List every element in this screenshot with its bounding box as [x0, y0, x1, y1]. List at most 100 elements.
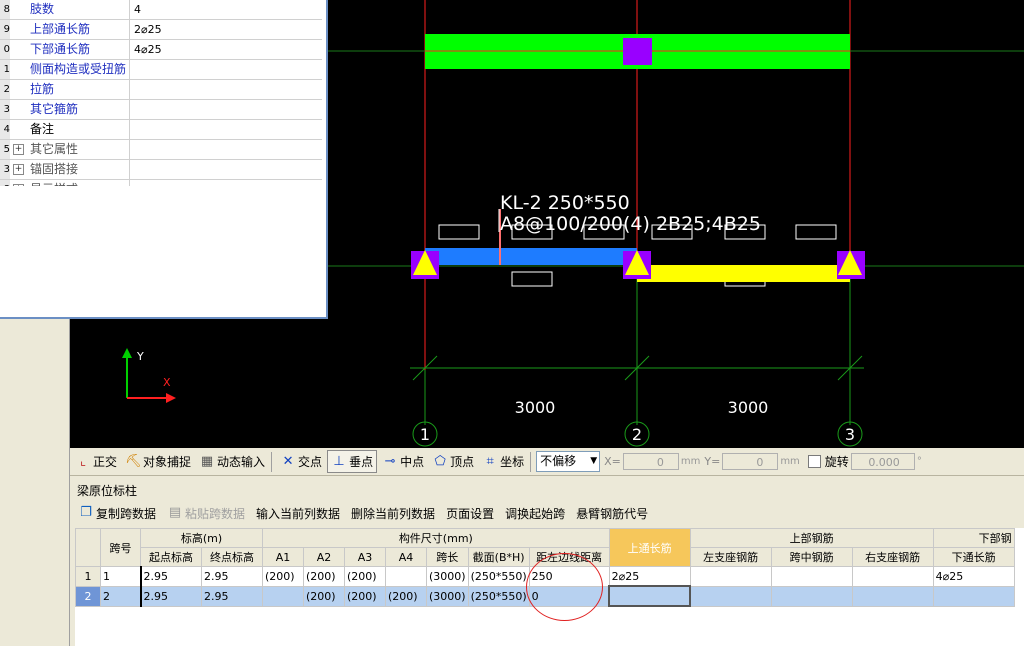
property-name: 其它属性 [11, 140, 130, 159]
offset-mode-select[interactable]: 不偏移 ▼ [536, 451, 601, 472]
property-name-text: 肢数 [30, 2, 55, 16]
perpendicular-snap-button[interactable]: ⊥ 垂点 [327, 450, 378, 473]
property-value-field[interactable] [131, 60, 322, 79]
property-value-field[interactable] [131, 140, 322, 159]
svg-text:Y: Y [136, 350, 144, 363]
page-setup-button[interactable]: 页面设置 [443, 503, 497, 524]
x-label: X= [604, 455, 621, 468]
chevron-down-icon: ▼ [590, 456, 598, 466]
col-mid-span: 跨中钢筋 [770, 547, 853, 567]
svg-text:X: X [163, 376, 171, 389]
expand-plus-icon[interactable]: + [13, 164, 24, 175]
property-row-number: 9 [0, 20, 10, 39]
col-left-support: 左支座钢筋 [689, 547, 772, 567]
property-row[interactable]: 8 肢数 4 [0, 0, 322, 20]
property-value-field[interactable] [131, 100, 322, 119]
property-name: 下部通长筋 [11, 40, 130, 59]
paste-span-data-button[interactable]: ▤ 粘贴跨数据 [164, 503, 248, 524]
midpoint-snap-button[interactable]: ⊸ 中点 [379, 451, 427, 472]
property-row[interactable]: 0 下部通长筋 4⌀25 [0, 40, 322, 60]
object-snap-button[interactable]: ⛏ 对象捕捉 [122, 451, 194, 472]
column-top[interactable] [623, 38, 652, 65]
property-row[interactable]: 2 拉筋 [0, 80, 322, 100]
ortho-icon: ⌞ [79, 453, 87, 469]
col-span-no: 跨号 [100, 528, 141, 567]
delete-column-data-button[interactable]: 删除当前列数据 [348, 503, 438, 524]
col-a4: A4 [385, 547, 427, 567]
col-a2: A2 [303, 547, 345, 567]
property-panel: 8 肢数 4 9 上部通长筋 2⌀25 0 下部通长筋 4⌀25 1 侧面构造或受扭筋 2 拉筋 3 其它箍… [0, 0, 328, 319]
property-value-field[interactable] [131, 160, 322, 179]
vertex-snap-button[interactable]: ⬠ 顶点 [429, 451, 477, 472]
property-row-number: 2 [0, 80, 10, 99]
input-column-data-button[interactable]: 输入当前列数据 [253, 503, 343, 524]
property-row-number: 0 [0, 40, 10, 59]
dim-span-2: 3000 [728, 398, 769, 417]
swap-start-span-button[interactable]: 调换起始跨 [502, 503, 568, 524]
ortho-button[interactable]: ⌞ 正交 [72, 451, 120, 472]
property-name: 肢数 [11, 0, 130, 19]
property-name: 上部通长筋 [11, 20, 130, 39]
active-cell[interactable] [608, 585, 692, 607]
y-unit: mm [780, 456, 800, 467]
property-value-field[interactable] [131, 120, 322, 139]
dynamic-input-button[interactable]: ▦ 动态输入 [196, 451, 268, 472]
property-row[interactable]: 9 上部通长筋 2⌀25 [0, 20, 322, 40]
intersection-snap-button[interactable]: ✕ 交点 [277, 451, 325, 472]
x-coordinate-input[interactable]: 0 [622, 453, 679, 470]
group-top-rebar: 上部钢筋 [689, 528, 934, 548]
axis-bubble-3: 3 [845, 425, 855, 444]
property-value-field[interactable]: 2⌀25 [131, 20, 322, 39]
col-end-elev: 终点标高 [201, 547, 263, 567]
cantilever-rebar-code-button[interactable]: 悬臂钢筋代号 [573, 503, 651, 524]
panel-title: 梁原位标柱 [77, 484, 138, 498]
col-bottom-long: 下通长筋 [932, 547, 1015, 567]
expand-plus-icon[interactable]: + [13, 144, 24, 155]
coordinate-icon: ⌗ [486, 453, 494, 469]
property-row-number: 3 [0, 100, 10, 119]
col-a3: A3 [344, 547, 386, 567]
y-coordinate-input[interactable]: 0 [722, 453, 779, 470]
axis-bubble-1: 1 [420, 425, 430, 444]
beam-label-name: KL-2 250*550 [500, 192, 630, 214]
property-row[interactable]: 3 其它箍筋 [0, 100, 322, 120]
property-name: 侧面构造或受扭筋 [11, 60, 130, 79]
property-name: 其它箍筋 [11, 100, 130, 119]
midpoint-icon: ⊸ [384, 453, 396, 469]
col-span-length: 跨长 [426, 547, 469, 567]
rotate-label: 旋转 [824, 455, 849, 469]
dynamic-input-icon: ▦ [200, 453, 214, 469]
copy-span-data-button[interactable]: ❐ 复制跨数据 [75, 503, 159, 524]
beam-span-2[interactable] [637, 265, 850, 282]
property-name-text: 锚固搭接 [30, 162, 79, 176]
property-name-text: 拉筋 [30, 82, 55, 96]
paste-icon: ▤ [168, 505, 182, 520]
snap-toolbar: ⌞ 正交 ⛏ 对象捕捉 ▦ 动态输入 ✕ 交点 ⊥ 垂点 ⊸ 中点 ⬠ 顶点 ⌗ 坐标 不偏移 ▼… [70, 448, 1024, 476]
property-row[interactable]: 1 侧面构造或受扭筋 [0, 60, 322, 80]
property-value-field[interactable]: 4⌀25 [131, 40, 322, 59]
beam-span-1[interactable] [425, 248, 637, 265]
y-label: Y= [704, 455, 721, 468]
rotate-angle-input[interactable]: 0.000 [850, 453, 915, 470]
property-name-text: 其它箍筋 [30, 102, 79, 116]
property-name-text: 其它属性 [30, 142, 79, 156]
degree-unit: ° [916, 456, 922, 467]
property-row-number: 1 [0, 60, 10, 79]
property-value-field[interactable] [131, 80, 322, 99]
rotate-checkbox[interactable] [807, 455, 821, 468]
dim-span-1: 3000 [515, 398, 556, 417]
col-top-long-rebar[interactable]: 上通长筋 [608, 528, 691, 567]
property-name: 锚固搭接 [11, 160, 130, 179]
property-row[interactable]: 4 备注 [0, 120, 322, 140]
property-name-text: 侧面构造或受扭筋 [30, 62, 127, 76]
beam-label-rebar: A8@100/200(4) 2B25;4B25 [500, 213, 761, 235]
property-row[interactable]: 5 其它属性 + [0, 140, 322, 160]
col-section: 截面(B*H) [467, 547, 530, 567]
property-value-field[interactable]: 4 [131, 0, 322, 19]
coordinate-snap-button[interactable]: ⌗ 坐标 [479, 451, 527, 472]
property-name: 拉筋 [11, 80, 130, 99]
span-data-toolbar: ❐ 复制跨数据 ▤ 粘贴跨数据 输入当前列数据 删除当前列数据 页面设置 调换起始跨… [70, 502, 1024, 524]
property-row[interactable]: 3 锚固搭接 + [0, 160, 322, 180]
col-a1: A1 [262, 547, 304, 567]
property-name-text: 下部通长筋 [30, 42, 91, 56]
